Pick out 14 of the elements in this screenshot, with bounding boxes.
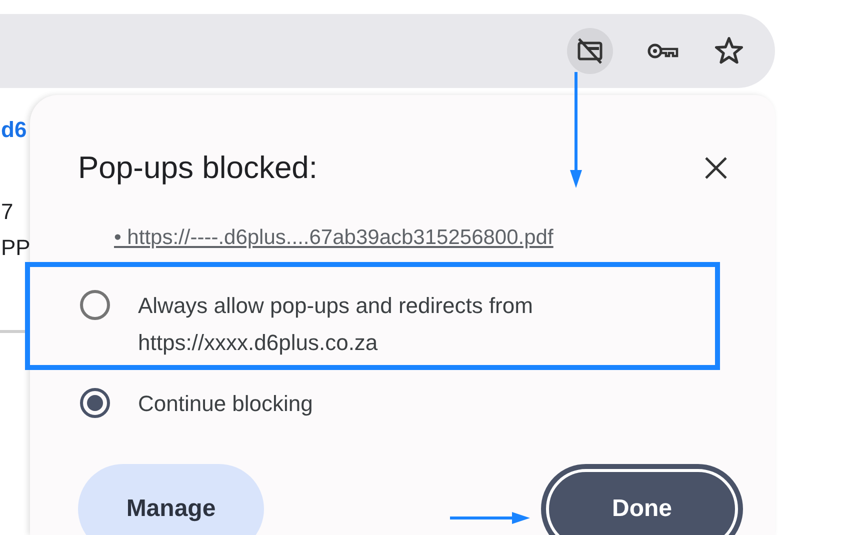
radio-button[interactable] — [80, 290, 110, 320]
done-button[interactable]: Done — [541, 464, 743, 535]
page-text: PP — [1, 236, 30, 260]
radio-button[interactable] — [80, 388, 110, 418]
manage-button[interactable]: Manage — [78, 464, 264, 535]
popup-blocked-icon[interactable] — [567, 28, 613, 74]
page-link[interactable]: d6 — [1, 118, 30, 142]
popup-title: Pop-ups blocked: — [78, 149, 318, 187]
option-label[interactable]: Always allow pop-ups and redirects from https://xxxx.d6plus.co.za — [138, 287, 638, 361]
blocked-popup-link[interactable]: • https://----.d6plus....67ab39acb315256800.pdf — [114, 222, 745, 253]
key-icon[interactable] — [647, 41, 679, 61]
page-text: 7 — [1, 200, 14, 224]
option-label[interactable]: Continue blocking — [138, 385, 638, 422]
close-icon[interactable] — [703, 155, 729, 182]
